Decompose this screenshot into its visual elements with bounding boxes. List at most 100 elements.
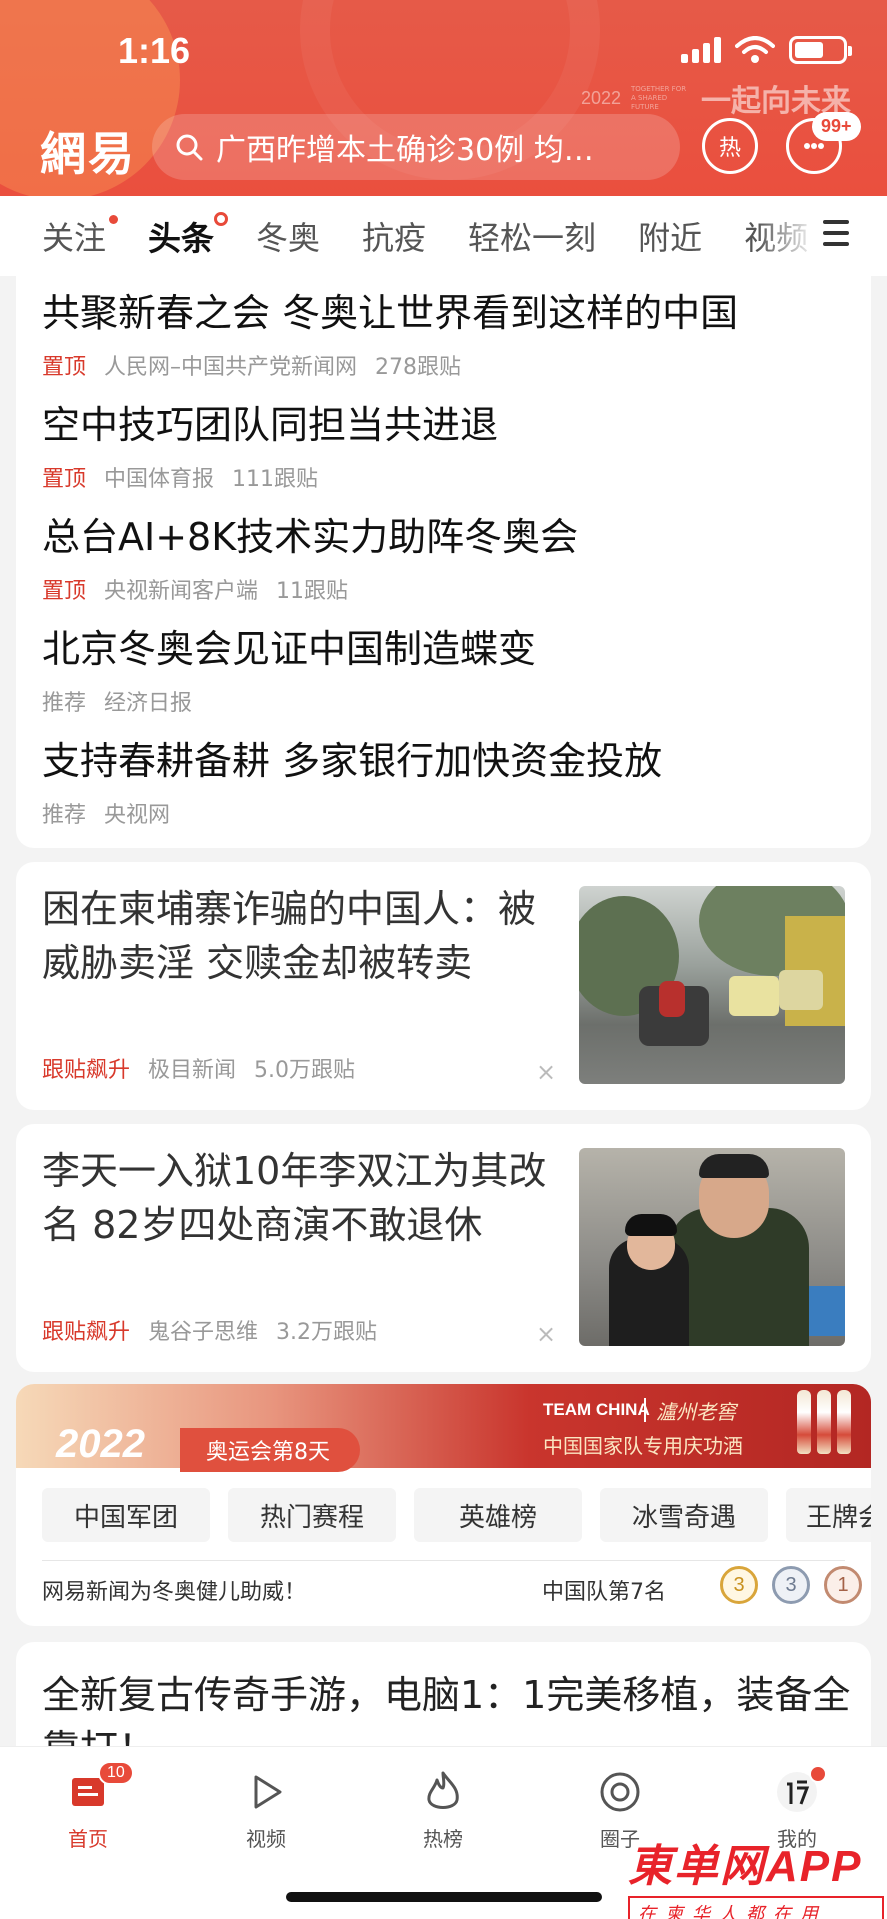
nav-video[interactable]: 视频: [206, 1767, 326, 1852]
nav-hot-list[interactable]: 热榜: [383, 1767, 503, 1852]
comment-count: 5.0万跟贴: [254, 1058, 356, 1083]
news-card[interactable]: 李天一入狱10年李双江为其改名 82岁四处商演不敢退休 跟贴飙升 鬼谷子思维 3.2…: [16, 1124, 871, 1372]
search-icon: [176, 134, 203, 161]
nav-home[interactable]: 10 首页: [28, 1761, 148, 1852]
news-thumbnail: [579, 886, 845, 1084]
olympics-chips: 中国军团 热门赛程 英雄榜 冰雪奇遇 王牌会: [42, 1488, 871, 1542]
news-source: 极目新闻: [148, 1058, 237, 1083]
list-item[interactable]: 北京冬奥会见证中国制造蝶变 推荐 经济日报: [42, 618, 536, 717]
recommend-tag: 推荐: [42, 691, 87, 716]
nav-label: 热榜: [423, 1827, 463, 1851]
tab-label: 冬奥: [256, 219, 321, 257]
bottles-icon: [797, 1390, 851, 1454]
close-icon[interactable]: ×: [536, 1058, 556, 1086]
news-title: 总台AI+8K技术实力助阵冬奥会: [42, 515, 579, 559]
tab-relax[interactable]: 轻松一刻: [468, 213, 596, 259]
chip-hot-schedule[interactable]: 热门赛程: [228, 1488, 396, 1542]
circle-icon: [600, 1772, 640, 1812]
pin-tag: 置顶: [42, 355, 87, 380]
news-source: 央视网: [104, 803, 171, 828]
signal-icon: [681, 37, 721, 63]
tab-nearby[interactable]: 附近: [638, 213, 702, 259]
tabs-fade: [757, 196, 817, 276]
list-item[interactable]: 支持春耕备耕 多家银行加快资金投放 推荐 央视网: [42, 730, 662, 829]
profile-notification-dot: [809, 1765, 827, 1783]
olympics-module: 2022 奥运会第8天 TEAM CHINA 瀘州老窖 中国国家队专用庆功酒 中…: [16, 1384, 871, 1626]
new-ring: [214, 212, 229, 226]
nav-label: 视频: [246, 1827, 286, 1851]
news-source: 经济日报: [104, 691, 193, 716]
comment-count: 111跟贴: [232, 467, 319, 492]
olympics-day: 奥运会第8天: [180, 1428, 360, 1472]
silver-medal-count: 3: [772, 1566, 810, 1604]
news-title: 共聚新春之会 冬奥让世界看到这样的中国: [42, 291, 739, 335]
home-indicator: [286, 1892, 602, 1902]
tab-label: 抗疫: [362, 219, 427, 257]
news-thumbnail: [579, 1148, 845, 1346]
battery-icon: [789, 36, 852, 64]
watermark-app: APP: [766, 1842, 863, 1891]
olympics-cheer-text: 网易新闻为冬奥健儿助威！: [42, 1580, 307, 1605]
divider: [42, 1560, 845, 1561]
chip-snow-adventure[interactable]: 冰雪奇遇: [600, 1488, 768, 1542]
nav-label: 首页: [68, 1827, 108, 1851]
tab-anti-epidemic[interactable]: 抗疫: [362, 213, 426, 259]
home-badge: 10: [98, 1761, 134, 1785]
message-badge: 99+: [812, 112, 861, 141]
tab-label: 轻松一刻: [468, 219, 597, 257]
news-source: 中国体育报: [104, 467, 215, 492]
sponsor-brand: 瀘州老窖: [656, 1400, 736, 1424]
news-source: 央视新闻客户端: [104, 579, 259, 604]
channel-tabs: 关注 头条 冬奥 抗疫 轻松一刻 附近 视频: [0, 196, 887, 276]
hot-button[interactable]: 热: [702, 118, 758, 174]
team-china-label: TEAM CHINA: [543, 1400, 650, 1419]
china-rank: 中国队第7名: [542, 1580, 666, 1605]
pin-tag: 置顶: [42, 467, 87, 492]
list-item[interactable]: 共聚新春之会 冬奥让世界看到这样的中国 置顶 人民网–中国共产党新闻网 278跟贴: [42, 282, 738, 381]
chip-ace[interactable]: 王牌会: [786, 1488, 871, 1542]
chip-china-team[interactable]: 中国军团: [42, 1488, 210, 1542]
list-item[interactable]: 总台AI+8K技术实力助阵冬奥会 置顶 央视新闻客户端 11跟贴: [42, 506, 578, 605]
close-icon[interactable]: ×: [536, 1320, 556, 1348]
pinned-news-card: 共聚新春之会 冬奥让世界看到这样的中国 置顶 人民网–中国共产党新闻网 278跟贴 …: [16, 276, 871, 848]
news-card[interactable]: 困在柬埔寨诈骗的中国人：被威胁卖淫 交赎金却被转卖 跟贴飙升 极目新闻 5.0万跟贴…: [16, 862, 871, 1110]
news-title: 支持春耕备耕 多家银行加快资金投放: [42, 739, 663, 783]
pin-tag: 置顶: [42, 579, 87, 604]
recommend-tag: 推荐: [42, 803, 87, 828]
new-dot: [109, 215, 119, 224]
status-time: 1:16: [118, 30, 191, 71]
chip-heroes[interactable]: 英雄榜: [414, 1488, 582, 1542]
comment-count: 278跟贴: [375, 355, 462, 380]
status-icons: [681, 36, 852, 64]
bronze-medal-count: 1: [824, 1566, 862, 1604]
news-title: 困在柬埔寨诈骗的中国人：被威胁卖淫 交赎金却被转卖: [42, 887, 537, 985]
tab-label: 头条: [148, 219, 215, 258]
watermark-tagline: 在柬华人都在用: [628, 1896, 884, 1919]
slogan-year: 2022: [580, 87, 621, 108]
menu-icon[interactable]: [823, 220, 849, 246]
tab-label: 附近: [638, 219, 703, 257]
olympics-banner[interactable]: 2022 奥运会第8天 TEAM CHINA 瀘州老窖 中国国家队专用庆功酒: [16, 1384, 871, 1472]
play-icon: [254, 1775, 282, 1809]
app-header: 1:16 2022 TOGETHER FOR A SHARED FUTURE 一…: [0, 0, 887, 196]
tab-headline[interactable]: 头条: [148, 212, 229, 260]
search-bar[interactable]: 广西昨增本土确诊30例 均…: [152, 114, 680, 180]
tab-winter-olympics[interactable]: 冬奥: [256, 213, 320, 259]
banner-divider: [644, 1398, 646, 1422]
wifi-icon: [735, 36, 775, 64]
gold-medal-count: 3: [720, 1566, 758, 1604]
tab-follow[interactable]: 关注: [42, 213, 119, 259]
news-source: 人民网–中国共产党新闻网: [104, 355, 358, 380]
news-title: 北京冬奥会见证中国制造蝶变: [42, 627, 537, 671]
news-source: 鬼谷子思维: [148, 1320, 259, 1345]
news-title: 空中技巧团队同担当共进退: [42, 403, 499, 447]
tab-label: 关注: [42, 219, 107, 257]
comment-count: 11跟贴: [276, 579, 349, 604]
slogan-en: TOGETHER FOR A SHARED FUTURE: [631, 84, 687, 111]
watermark-logo: 東单网APP 在柬华人都在用: [628, 1830, 884, 1919]
list-item[interactable]: 空中技巧团队同担当共进退 置顶 中国体育报 111跟贴: [42, 394, 498, 493]
app-logo[interactable]: 網易: [40, 118, 136, 184]
watermark-brand: 東单网: [628, 1842, 766, 1891]
comment-count: 3.2万跟贴: [276, 1320, 378, 1345]
trending-badge: 跟贴飙升: [42, 1320, 131, 1345]
